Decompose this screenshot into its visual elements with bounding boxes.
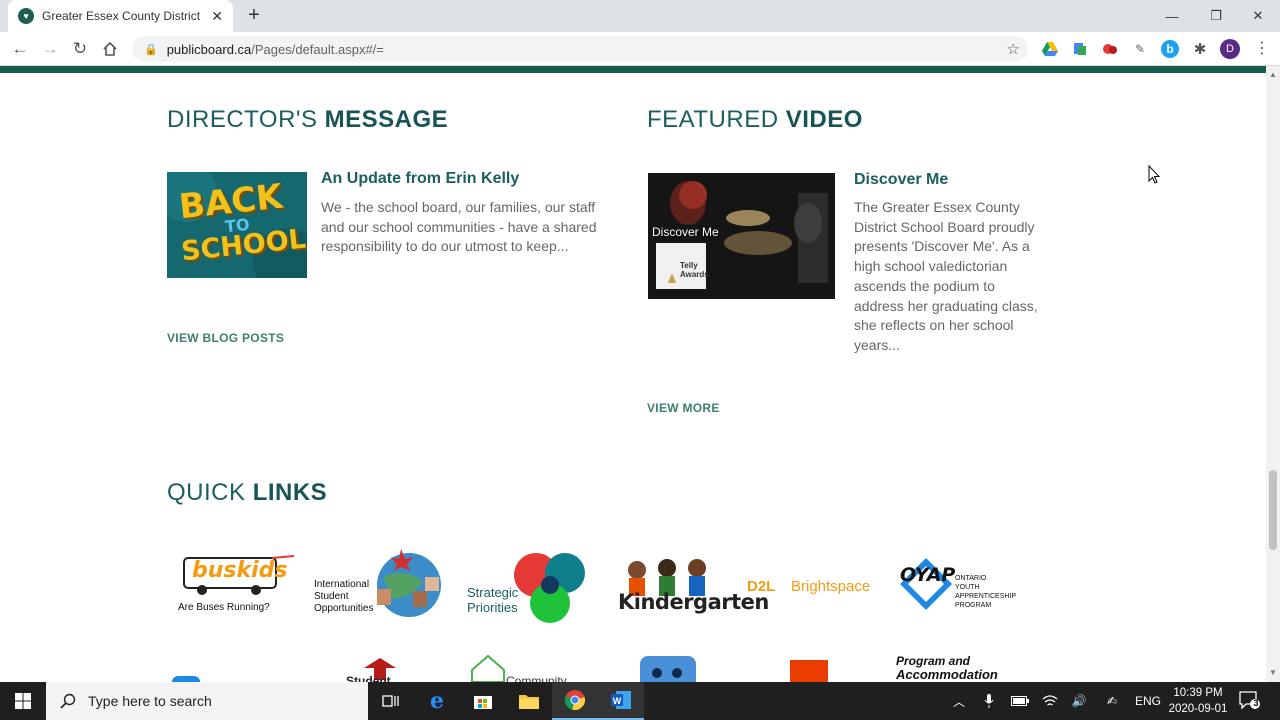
brightspace-label: Brightspace bbox=[791, 578, 871, 595]
taskbar-clock[interactable]: 10:39 PM 2020-09-01 bbox=[1160, 685, 1236, 717]
blog-post-description: We - the school board, our families, our… bbox=[321, 199, 597, 255]
student-link[interactable]: Student bbox=[344, 656, 410, 682]
edge-icon[interactable]: e bbox=[414, 682, 460, 720]
d2l-logo: D2L bbox=[747, 578, 776, 595]
tab-strip: ♥ Greater Essex County District Sch ✕ + … bbox=[0, 0, 1280, 32]
directors-message-heading: DIRECTOR'S MESSAGE bbox=[167, 106, 449, 133]
tab-close-icon[interactable]: ✕ bbox=[211, 8, 223, 25]
student-label: Student bbox=[346, 674, 391, 682]
program-label: Program and bbox=[896, 654, 971, 668]
telly-awards-label: Telly Awards bbox=[680, 261, 709, 279]
extension-docs-icon[interactable] bbox=[1071, 40, 1089, 58]
extension-red-icon[interactable] bbox=[1101, 40, 1119, 58]
reload-icon[interactable]: ↻ bbox=[69, 38, 91, 60]
d2l-brightspace-link[interactable]: D2L Brightspace bbox=[747, 574, 883, 600]
view-more-link[interactable]: VIEW MORE bbox=[647, 401, 720, 415]
featured-video-heading: FEATURED VIDEO bbox=[647, 106, 863, 133]
header-bar bbox=[0, 66, 1266, 73]
store-icon[interactable] bbox=[460, 682, 506, 720]
quicklink-robot-logo[interactable] bbox=[640, 656, 696, 682]
browser-tab[interactable]: ♥ Greater Essex County District Sch ✕ bbox=[8, 0, 233, 32]
search-icon bbox=[60, 693, 76, 709]
buskids-logo: buskids bbox=[192, 558, 288, 583]
windows-start-icon[interactable] bbox=[0, 682, 46, 720]
back-to-school-image[interactable]: BACK TO SCHOOL bbox=[167, 172, 307, 278]
oyap-label: ONTARIO YOUTH APPRENTICESHIP PROGRAM bbox=[955, 575, 1017, 609]
search-placeholder: Type here to search bbox=[88, 693, 212, 709]
pen-workspace-icon[interactable]: ✍ bbox=[1100, 682, 1124, 720]
quick-links-heading: QUICK LINKS bbox=[167, 479, 328, 506]
oyap-logo: OYAP bbox=[900, 564, 956, 586]
battery-icon[interactable] bbox=[1010, 682, 1030, 720]
windows-taskbar: Type here to search e W ︿ 🔊 ✍ ENG 10:39 … bbox=[0, 682, 1280, 720]
chrome-menu-icon[interactable]: ⋮ bbox=[1254, 38, 1270, 58]
notification-center-icon[interactable]: 3 bbox=[1238, 690, 1264, 712]
video-description: The Greater Essex County District School… bbox=[854, 199, 1038, 353]
tab-title: Greater Essex County District Sch bbox=[42, 9, 202, 23]
taskbar-search-input[interactable]: Type here to search bbox=[46, 682, 368, 720]
svg-text:W: W bbox=[613, 696, 622, 706]
address-bar[interactable]: 🔒 publicboard.ca/Pages/default.aspx#/= ☆ bbox=[132, 36, 1028, 62]
kindergarten-link[interactable]: Kindergarten bbox=[617, 556, 769, 620]
url-host: publicboard.ca bbox=[166, 41, 252, 57]
thumbnail-caption: Discover Me bbox=[652, 225, 719, 239]
language-indicator[interactable]: ENG bbox=[1134, 682, 1162, 720]
international-students-link[interactable]: International Student Opportunities bbox=[313, 547, 445, 621]
scroll-thumb[interactable] bbox=[1269, 470, 1277, 550]
extensions-puzzle-icon[interactable]: ✱ bbox=[1191, 40, 1209, 58]
file-explorer-icon[interactable] bbox=[506, 682, 552, 720]
new-tab-button[interactable]: + bbox=[244, 4, 264, 26]
home-icon[interactable] bbox=[99, 38, 121, 60]
tray-expand-icon[interactable]: ︿ bbox=[950, 682, 968, 720]
eyedropper-icon[interactable]: ✎ bbox=[1131, 40, 1149, 58]
clock-date: 2020-09-01 bbox=[1168, 703, 1228, 715]
video-thumbnail[interactable]: Discover Me Telly Awards bbox=[648, 173, 835, 299]
window-close-icon[interactable]: ✕ bbox=[1236, 0, 1280, 32]
oyap-link[interactable]: OYAP ONTARIO YOUTH APPRENTICESHIP PROGRA… bbox=[898, 556, 1028, 612]
blog-post-title[interactable]: An Update from Erin Kelly bbox=[321, 170, 519, 188]
network-icon[interactable] bbox=[1040, 682, 1060, 720]
chrome-taskbar-icon[interactable] bbox=[552, 682, 598, 720]
scroll-up-icon[interactable]: ▲ bbox=[1269, 70, 1277, 79]
community-label: Community bbox=[506, 674, 567, 682]
video-title[interactable]: Discover Me bbox=[854, 171, 948, 189]
community-link[interactable]: Community bbox=[466, 654, 578, 682]
lock-icon: 🔒 bbox=[144, 43, 158, 56]
minimize-icon[interactable]: — bbox=[1150, 0, 1194, 32]
page-scrollbar[interactable]: ▲ ▼ bbox=[1266, 66, 1280, 682]
url-path: /Pages/default.aspx#/= bbox=[251, 41, 384, 57]
volume-icon[interactable]: 🔊 bbox=[1068, 682, 1090, 720]
strategic-priorities-link[interactable]: Strategic Priorities bbox=[466, 551, 588, 625]
buskids-caption: Are Buses Running? bbox=[178, 602, 270, 613]
extension-b-icon[interactable]: b bbox=[1161, 40, 1179, 58]
site-favicon-icon: ♥ bbox=[18, 8, 34, 24]
restore-icon[interactable]: ❐ bbox=[1194, 0, 1238, 32]
word-taskbar-icon[interactable]: W bbox=[598, 682, 644, 720]
buskids-link[interactable]: buskids Are Buses Running? bbox=[172, 552, 296, 618]
bookmark-star-icon[interactable]: ☆ bbox=[1007, 40, 1020, 58]
international-label: International Student Opportunities bbox=[314, 579, 374, 614]
strategic-label: Strategic Priorities bbox=[467, 585, 519, 615]
program-accommodation-link[interactable]: Program and Accommodation bbox=[896, 654, 1032, 682]
clock-time: 10:39 PM bbox=[1173, 687, 1223, 699]
forward-icon[interactable]: → bbox=[39, 38, 61, 60]
notification-count: 3 bbox=[1253, 698, 1259, 708]
mouse-cursor-icon bbox=[1148, 164, 1161, 190]
view-blog-posts-link[interactable]: VIEW BLOG POSTS bbox=[167, 331, 284, 345]
google-drive-icon[interactable] bbox=[1041, 40, 1059, 58]
microphone-icon[interactable] bbox=[980, 682, 998, 720]
task-view-icon[interactable] bbox=[368, 682, 414, 720]
accommodation-label: Accommodation bbox=[896, 667, 998, 682]
office-logo[interactable] bbox=[790, 660, 828, 682]
back-icon[interactable]: ← bbox=[9, 38, 31, 60]
scroll-down-icon[interactable]: ▼ bbox=[1269, 668, 1277, 677]
profile-avatar[interactable]: D bbox=[1220, 39, 1240, 59]
